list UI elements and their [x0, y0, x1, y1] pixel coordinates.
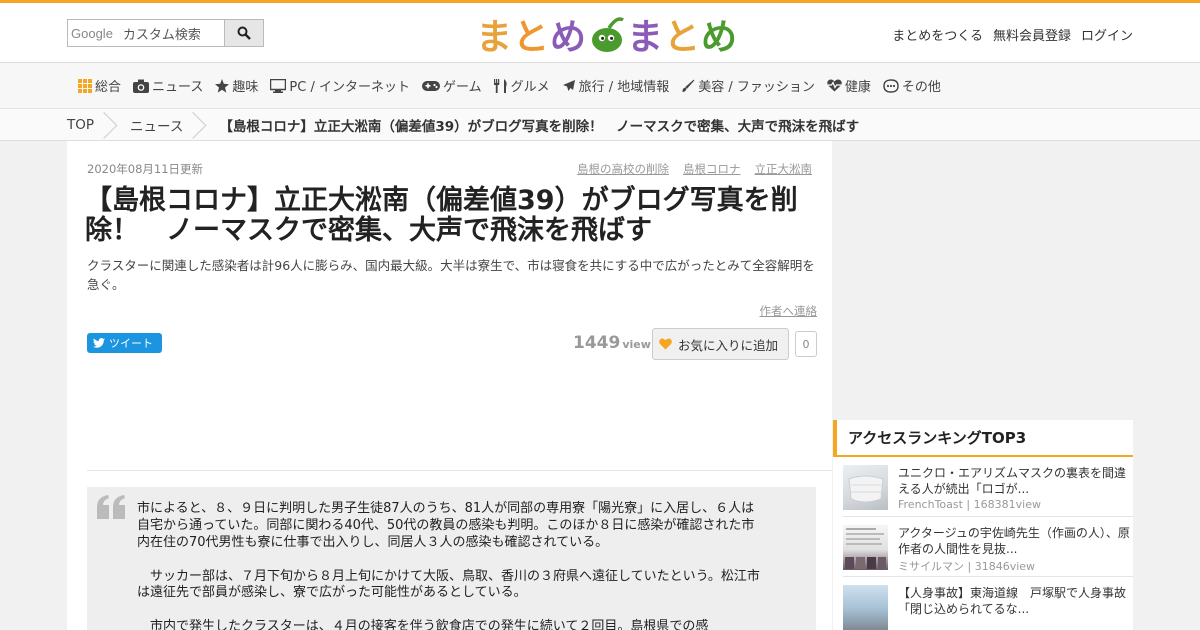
ranking-views: 168381view — [973, 498, 1041, 511]
sidebar-ad-area — [833, 141, 1133, 420]
nav-item-travel[interactable]: 旅行 / 地域情報 — [562, 76, 670, 95]
quote-text: 市によると、８、９日に判明した男子生徒87人のうち、81人が同部の専用寮「陽光寮… — [137, 501, 760, 630]
tag-link[interactable]: 立正大淞南 — [755, 161, 813, 177]
ranking-meta: ミサイルマン | 31846view — [898, 560, 1036, 573]
monitor-icon — [270, 78, 287, 93]
nav-item-game[interactable]: ゲーム — [421, 76, 482, 95]
nav-label: グルメ — [510, 80, 550, 95]
article-main: 2020年08月11日更新 島根の高校の削除 島根コロナ 立正大淞南 【島根コロ… — [67, 141, 832, 630]
nav-item-hobby[interactable]: 趣味 — [215, 76, 258, 95]
create-matome-link[interactable]: まとめをつくる — [892, 25, 983, 44]
nav-label: 総合 — [95, 80, 122, 95]
star-icon — [215, 78, 230, 93]
nav-item-health[interactable]: 健康 — [827, 76, 871, 95]
ranking-author: ミサイルマン — [898, 560, 964, 573]
ellipsis-icon — [883, 78, 899, 93]
favorite-label: お気に入りに追加 — [678, 337, 779, 353]
nav-item-other[interactable]: その他 — [883, 76, 941, 95]
ranking-item[interactable]: ユニクロ・エアリズムマスクの裏表を間違える人が続出「ロゴが... FrenchT… — [843, 457, 1133, 517]
grid-icon — [78, 78, 92, 93]
login-link[interactable]: ログイン — [1081, 25, 1133, 44]
breadcrumb-separator — [106, 109, 120, 141]
search-input[interactable]: Google カスタム検索 — [67, 19, 224, 47]
ranking-author: FrenchToast — [898, 498, 963, 511]
ranking-title[interactable]: 【人身事故】東海道線 戸塚駅で人身事故「閉じ込められてるな... — [898, 585, 1133, 617]
nav-item-gourmet[interactable]: グルメ — [493, 76, 550, 95]
nav-item-news[interactable]: ニュース — [133, 76, 203, 95]
nav-label: 美容 / ファッション — [698, 80, 815, 95]
header-links: まとめをつくる 無料会員登録 ログイン — [892, 25, 1133, 44]
nav-item-general[interactable]: 総合 — [78, 76, 121, 95]
ranking-meta: FrenchToast | 168381view — [898, 498, 1041, 511]
add-favorite-button[interactable]: お気に入りに追加 — [652, 328, 789, 360]
search-button[interactable] — [224, 19, 264, 47]
heart-icon — [659, 338, 672, 350]
contact-author-link[interactable]: 作者へ連絡 — [760, 303, 818, 319]
site-header: Google カスタム検索 まとめ まとめ まとめをつくる 無料会員登録 ログイ… — [0, 3, 1200, 63]
ranking-heading: アクセスランキングTOP3 — [833, 420, 1133, 457]
heartbeat-icon — [827, 79, 842, 92]
ranking-item[interactable]: アクタージュの宇佐崎先生（作画の人）、原作者の人間性を見抜... ミサイルマン … — [843, 517, 1133, 577]
quote-icon — [97, 495, 125, 519]
section-divider — [87, 470, 832, 471]
camera-icon — [133, 79, 150, 93]
article-tags: 島根の高校の削除 島根コロナ 立正大淞南 — [577, 161, 812, 177]
quote-block: 市によると、８、９日に判明した男子生徒87人のうち、81人が同部の専用寮「陽光寮… — [87, 487, 816, 630]
gamepad-icon — [421, 80, 440, 91]
nav-label: ゲーム — [442, 80, 482, 95]
ranking-item[interactable]: 【人身事故】東海道線 戸塚駅で人身事故「閉じ込められてるな... — [843, 577, 1133, 630]
breadcrumb-news[interactable]: ニュース — [130, 115, 183, 135]
view-unit: view — [622, 338, 651, 351]
ranking-title[interactable]: アクタージュの宇佐崎先生（作画の人）、原作者の人間性を見抜... — [898, 525, 1133, 557]
breadcrumb-current: 【島根コロナ】立正大淞南（偏差値39）がブログ写真を削除！ ノーマスクで密集、大… — [219, 118, 860, 135]
nav-label: 旅行 / 地域情報 — [578, 80, 670, 95]
tweet-screenshot-image — [845, 528, 886, 569]
view-count: 1449 view — [573, 333, 651, 353]
article-description: クラスターに関連した感染者は計96人に膨らみ、国内最大級。大半は寮生で、市は寝食… — [87, 258, 815, 293]
nav-label: その他 — [901, 80, 941, 95]
ranking-thumbnail[interactable] — [843, 585, 888, 630]
search-form: Google カスタム検索 — [67, 19, 264, 47]
site-logo[interactable]: まとめ まとめ — [476, 12, 738, 58]
plane-icon — [562, 79, 575, 91]
breadcrumb-separator — [195, 109, 209, 141]
view-count-number: 1449 — [573, 333, 621, 353]
brush-icon — [682, 79, 695, 92]
search-icon — [237, 26, 251, 40]
twitter-icon — [93, 338, 105, 348]
tag-link[interactable]: 島根の高校の削除 — [577, 161, 669, 177]
tag-link[interactable]: 島根コロナ — [683, 161, 741, 177]
article-date: 2020年08月11日更新 — [87, 162, 204, 176]
logo-text-left: まとめ — [476, 8, 587, 60]
nav-label: 趣味 — [232, 80, 259, 95]
mask-thumbnail-image — [848, 475, 884, 503]
register-link[interactable]: 無料会員登録 — [993, 25, 1071, 44]
breadcrumb: TOP ニュース 【島根コロナ】立正大淞南（偏差値39）がブログ写真を削除！ ノ… — [0, 109, 1200, 141]
ranking-thumbnail[interactable] — [843, 525, 888, 570]
search-placeholder: カスタム検索 — [122, 27, 201, 43]
tweet-button[interactable]: ツイート — [87, 333, 162, 353]
cutlery-icon — [493, 78, 507, 93]
nav-label: ニュース — [152, 80, 204, 95]
category-nav: 総合 ニュース 趣味 PC / インターネット ゲーム グルメ 旅行 / 地域情… — [0, 63, 1200, 109]
ranking-thumbnail[interactable] — [843, 465, 888, 510]
logo-text-right: まとめ — [627, 8, 738, 60]
ranking-sidebar: アクセスランキングTOP3 ユニクロ・エアリズムマスクの裏表を間違える人が続出「… — [833, 420, 1133, 630]
search-brand-label: Google — [71, 25, 113, 41]
nav-label: PC / インターネット — [289, 80, 410, 95]
tweet-label: ツイート — [109, 337, 153, 350]
ranking-title[interactable]: ユニクロ・エアリズムマスクの裏表を間違える人が続出「ロゴが... — [898, 465, 1133, 497]
logo-mascot-icon — [592, 17, 624, 52]
article-title: 【島根コロナ】立正大淞南（偏差値39）がブログ写真を削除！ ノーマスクで密集、大… — [85, 185, 798, 246]
nav-label: 健康 — [844, 80, 871, 95]
ranking-views: 31846view — [974, 560, 1036, 573]
nav-item-beauty[interactable]: 美容 / ファッション — [681, 76, 815, 95]
favorite-count: 0 — [795, 331, 817, 357]
nav-item-pc-internet[interactable]: PC / インターネット — [270, 76, 410, 95]
